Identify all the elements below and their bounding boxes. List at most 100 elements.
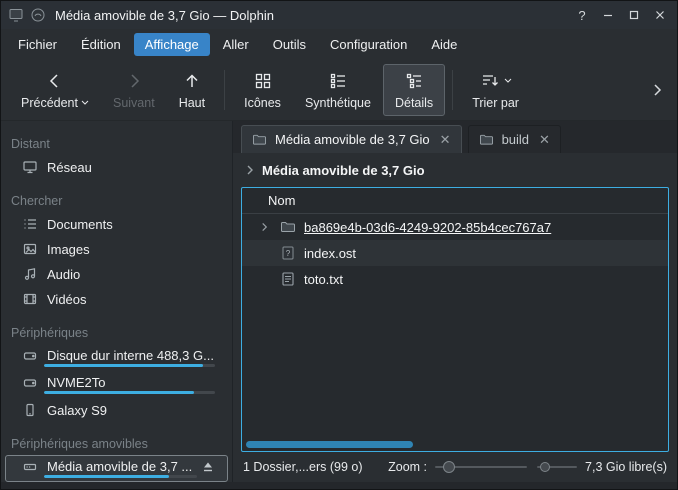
- tab-media-amovible[interactable]: Média amovible de 3,7 Gio ✕: [241, 125, 462, 153]
- details-view-icon: [404, 71, 424, 91]
- help-button[interactable]: ?: [569, 4, 595, 26]
- places-section-distant: Distant: [1, 131, 232, 155]
- file-name[interactable]: toto.txt: [304, 272, 343, 287]
- menu-outils[interactable]: Outils: [262, 33, 317, 56]
- free-space-bar: [537, 460, 577, 474]
- folder-icon: [479, 133, 494, 146]
- column-header-nom[interactable]: Nom: [242, 188, 668, 214]
- hard-drive-icon: [22, 348, 38, 364]
- status-bar: 1 Dossier,...ers (99 o) Zoom : 7,3 Gio l…: [233, 452, 677, 482]
- breadcrumb[interactable]: Média amovible de 3,7 Gio: [233, 153, 677, 187]
- chevron-left-icon: [45, 71, 65, 91]
- close-button[interactable]: [647, 4, 673, 26]
- zoom-label: Zoom :: [388, 460, 427, 474]
- sidebar-item-videos[interactable]: Vidéos: [5, 287, 228, 312]
- free-space-handle: [540, 462, 550, 472]
- close-icon: [652, 7, 668, 23]
- window-bottom-edge: [1, 482, 677, 489]
- compact-view-icon: [328, 71, 348, 91]
- places-panel: Distant Réseau Chercher Documents Images…: [1, 121, 233, 482]
- maximize-icon: [626, 7, 642, 23]
- sidebar-item-disque-dur-interne[interactable]: Disque dur interne 488,3 G...: [5, 344, 228, 371]
- app-icon: [7, 6, 25, 24]
- folder-icon: [252, 133, 267, 146]
- icons-view-button[interactable]: Icônes: [232, 64, 293, 116]
- menu-edition[interactable]: Édition: [70, 33, 132, 56]
- dropdown-caret-icon: [504, 78, 512, 83]
- places-section-amovibles: Périphériques amovibles: [1, 431, 232, 455]
- sidebar-item-galaxy-s9[interactable]: Galaxy S9: [5, 398, 228, 423]
- dolphin-app-icon: [29, 6, 47, 24]
- disk-usage-bar: [44, 475, 197, 478]
- breadcrumb-location[interactable]: Média amovible de 3,7 Gio: [262, 163, 425, 178]
- folder-icon: [280, 219, 296, 235]
- titlebar[interactable]: Média amovible de 3,7 Gio — Dolphin ?: [1, 1, 677, 29]
- file-name[interactable]: index.ost: [304, 246, 356, 261]
- scrollbar-handle[interactable]: [246, 441, 413, 448]
- back-button[interactable]: Précédent: [9, 64, 101, 116]
- audio-icon: [22, 266, 38, 282]
- file-row[interactable]: toto.txt: [242, 266, 668, 292]
- places-section-chercher: Chercher: [1, 188, 232, 212]
- free-space-label: 7,3 Gio libre(s): [585, 460, 667, 474]
- sidebar-item-reseau[interactable]: Réseau: [5, 155, 228, 180]
- toolbar-overflow-button[interactable]: [645, 82, 669, 98]
- tab-close-button[interactable]: ✕: [539, 132, 550, 148]
- horizontal-scrollbar[interactable]: [246, 441, 664, 448]
- toolbar-separator: [224, 70, 225, 110]
- toolbar: Précédent Suivant Haut Icônes Synthétiqu…: [1, 59, 677, 121]
- menubar: Fichier Édition Affichage Aller Outils C…: [1, 29, 677, 59]
- file-view[interactable]: Nom ba869e4b-03d6-4249-9202-85b4cec767a7…: [241, 187, 669, 452]
- menu-affichage[interactable]: Affichage: [134, 33, 210, 56]
- file-name[interactable]: ba869e4b-03d6-4249-9202-85b4cec767a7: [304, 220, 551, 235]
- sidebar-item-nvme2to[interactable]: NVME2To: [5, 371, 228, 398]
- text-file-icon: [280, 271, 296, 287]
- sidebar-item-images[interactable]: Images: [5, 237, 228, 262]
- file-row[interactable]: ba869e4b-03d6-4249-9202-85b4cec767a7: [242, 214, 668, 240]
- minimize-icon: [600, 7, 616, 23]
- expand-arrow-icon[interactable]: [256, 222, 272, 232]
- menu-aide[interactable]: Aide: [420, 33, 468, 56]
- network-icon: [22, 159, 38, 175]
- dolphin-window: Média amovible de 3,7 Gio — Dolphin ? Fi…: [0, 0, 678, 490]
- tab-close-button[interactable]: ✕: [440, 132, 451, 148]
- unknown-file-icon: ?: [280, 245, 296, 261]
- sort-by-button[interactable]: Trier par: [460, 64, 531, 116]
- minimize-button[interactable]: [595, 4, 621, 26]
- images-icon: [22, 241, 38, 257]
- dropdown-caret-icon: [81, 100, 89, 105]
- documents-icon: [22, 216, 38, 232]
- menu-configuration[interactable]: Configuration: [319, 33, 418, 56]
- videos-icon: [22, 291, 38, 307]
- arrow-up-icon: [182, 71, 202, 91]
- sidebar-item-media-amovible[interactable]: Média amovible de 3,7 ...: [5, 455, 228, 482]
- chevron-right-icon: [124, 71, 144, 91]
- zoom-slider[interactable]: [435, 460, 527, 474]
- icons-view-icon: [253, 71, 273, 91]
- file-row[interactable]: ? index.ost: [242, 240, 668, 266]
- toolbar-separator: [452, 70, 453, 110]
- eject-button[interactable]: [201, 460, 215, 474]
- zoom-slider-handle[interactable]: [443, 461, 455, 473]
- main-view: Média amovible de 3,7 Gio ✕ build ✕ Médi…: [233, 121, 677, 482]
- menu-aller[interactable]: Aller: [212, 33, 260, 56]
- hard-drive-icon: [22, 375, 38, 391]
- menu-fichier[interactable]: Fichier: [7, 33, 68, 56]
- sidebar-item-documents[interactable]: Documents: [5, 212, 228, 237]
- tab-bar: Média amovible de 3,7 Gio ✕ build ✕: [233, 121, 677, 153]
- places-section-peripheriques: Périphériques: [1, 320, 232, 344]
- forward-button[interactable]: Suivant: [101, 64, 167, 116]
- maximize-button[interactable]: [621, 4, 647, 26]
- up-button[interactable]: Haut: [167, 64, 217, 116]
- sidebar-item-audio[interactable]: Audio: [5, 262, 228, 287]
- disk-usage-bar: [44, 364, 215, 367]
- phone-icon: [22, 402, 38, 418]
- window-title: Média amovible de 3,7 Gio — Dolphin: [55, 8, 274, 23]
- removable-media-icon: [22, 459, 38, 475]
- details-view-button[interactable]: Détails: [383, 64, 445, 116]
- svg-text:?: ?: [286, 249, 291, 258]
- disk-usage-bar: [44, 391, 215, 394]
- compact-view-button[interactable]: Synthétique: [293, 64, 383, 116]
- tab-build[interactable]: build ✕: [468, 125, 561, 153]
- sort-icon: [480, 71, 500, 91]
